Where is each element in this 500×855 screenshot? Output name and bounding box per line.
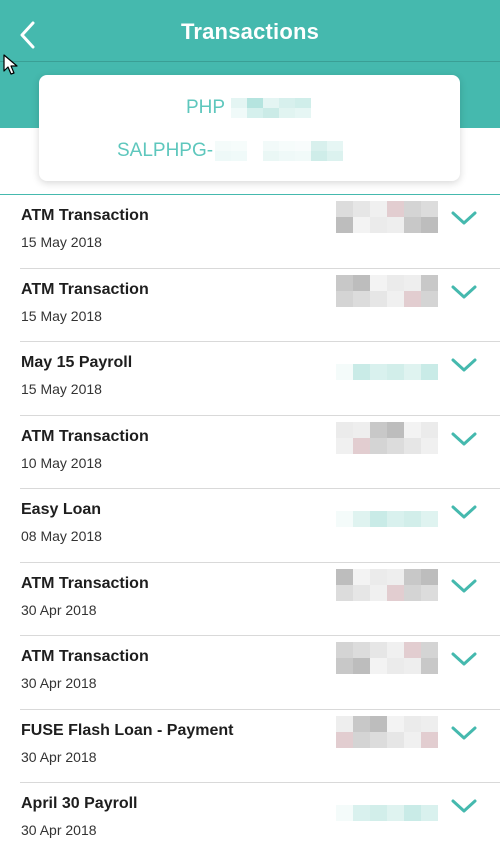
currency-label: PHP — [186, 97, 226, 118]
account-number: SALPHPG- — [117, 140, 344, 162]
chevron-down-icon[interactable] — [450, 796, 478, 816]
transaction-date: 08 May 2018 — [21, 528, 102, 544]
transaction-date: 30 Apr 2018 — [21, 675, 97, 691]
transaction-name: ATM Transaction — [21, 427, 149, 445]
transaction-name: May 15 Payroll — [21, 354, 133, 371]
transaction-row[interactable]: ATM Transaction 10 May 2018 — [0, 416, 500, 489]
chevron-down-icon[interactable] — [450, 429, 478, 449]
transaction-name: FUSE Flash Loan - Payment — [21, 721, 234, 739]
transaction-date: 10 May 2018 — [21, 454, 102, 471]
amount-redacted — [336, 642, 438, 674]
account-balance: PHP — [186, 97, 312, 119]
transaction-row[interactable]: ATM Transaction 30 Apr 2018 — [0, 636, 500, 710]
transaction-date: 15 May 2018 — [21, 307, 102, 324]
transaction-row[interactable]: Easy Loan 08 May 2018 — [0, 489, 500, 563]
account-number-redacted — [215, 141, 344, 161]
chevron-down-icon[interactable] — [450, 502, 478, 522]
balance-redacted — [231, 98, 312, 118]
amount-redacted — [336, 495, 438, 527]
header-divider — [0, 61, 500, 62]
transaction-row[interactable]: FUSE Flash Loan - Payment 30 Apr 2018 — [0, 710, 500, 783]
page-title: Transactions — [180, 19, 320, 44]
transaction-name: ATM Transaction — [21, 648, 149, 665]
transaction-row[interactable]: April 30 Payroll 30 Apr 2018 — [0, 783, 500, 855]
amount-redacted — [336, 348, 438, 380]
transaction-date: 30 Apr 2018 — [21, 822, 97, 838]
mouse-cursor-icon — [3, 54, 18, 75]
amount-redacted — [336, 201, 438, 233]
transaction-list: ATM Transaction 15 May 2018 ATM Transactio… — [0, 195, 500, 855]
account-card: PHP SALPHPG- — [39, 75, 460, 181]
transaction-name: ATM Transaction — [21, 280, 149, 298]
chevron-down-icon[interactable] — [450, 649, 478, 669]
transaction-row[interactable]: May 15 Payroll 15 May 2018 — [0, 342, 500, 416]
transaction-date: 15 May 2018 — [21, 381, 102, 397]
transaction-name: ATM Transaction — [21, 574, 149, 592]
transaction-name: Easy Loan — [21, 501, 102, 518]
transaction-row[interactable]: ATM Transaction 15 May 2018 — [0, 195, 500, 269]
transaction-date: 30 Apr 2018 — [21, 748, 97, 765]
amount-redacted — [336, 421, 438, 454]
chevron-down-icon[interactable] — [450, 355, 478, 375]
transaction-row[interactable]: ATM Transaction 30 Apr 2018 — [0, 563, 500, 636]
chevron-down-icon[interactable] — [450, 576, 478, 596]
amount-redacted — [336, 568, 438, 601]
chevron-down-icon[interactable] — [450, 208, 478, 228]
transaction-row[interactable]: ATM Transaction 15 May 2018 — [0, 269, 500, 342]
transaction-date: 30 Apr 2018 — [21, 601, 97, 618]
amount-redacted — [336, 274, 438, 307]
amount-redacted — [336, 789, 438, 821]
transaction-name: ATM Transaction — [21, 207, 149, 224]
chevron-down-icon[interactable] — [450, 723, 478, 743]
chevron-down-icon[interactable] — [450, 282, 478, 302]
amount-redacted — [336, 715, 438, 748]
transaction-date: 15 May 2018 — [21, 234, 102, 250]
transaction-name: April 30 Payroll — [21, 795, 138, 812]
account-prefix: SALPHPG- — [117, 140, 214, 161]
